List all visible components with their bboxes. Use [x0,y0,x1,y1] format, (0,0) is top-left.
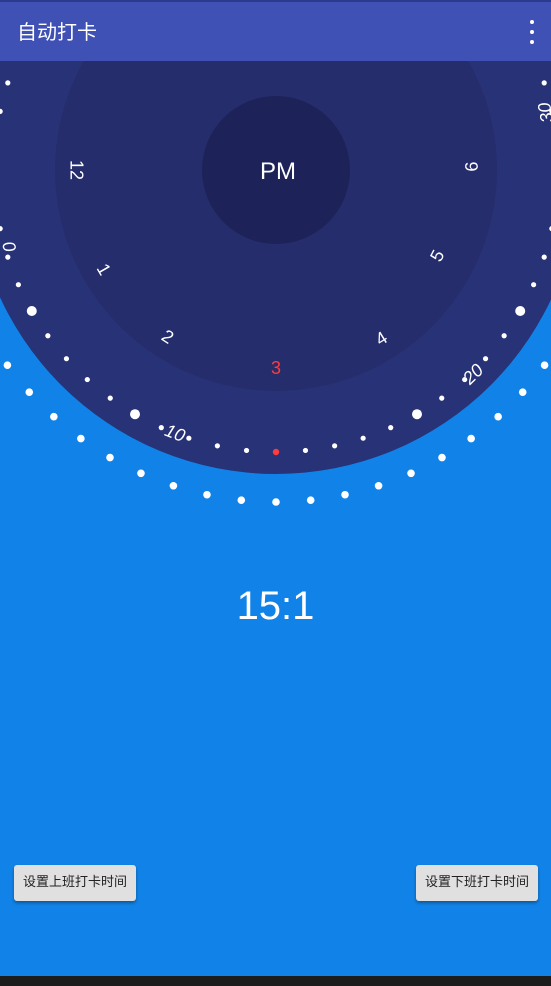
minute-dot [45,333,51,339]
minute-dot [388,425,394,431]
minute-dot [515,306,526,316]
second-dot [494,412,502,421]
hour-label-selected[interactable]: 3 [271,358,281,378]
overflow-menu-icon[interactable] [527,20,537,44]
second-dot [3,361,12,369]
minute-dot [158,425,164,431]
second-dot [25,388,34,396]
second-dot [77,434,85,443]
app-bar: 自动打卡 [0,0,551,61]
minute-dot [5,80,11,86]
minute-dot [541,80,547,86]
minute-dot [332,443,338,449]
second-dot [467,434,475,443]
clock-dial[interactable]: PM 23456711121 1020300 [0,0,551,986]
minute-dot [15,282,21,288]
minute-dot [302,447,309,454]
second-dot [272,498,280,506]
minute-dot [26,306,37,316]
minute-dot [107,395,113,401]
second-dot [438,453,446,462]
second-dot [106,453,114,462]
minute-dot [462,376,468,383]
second-dot [540,361,549,369]
minute-dot [541,254,547,260]
minute-dot [130,409,140,420]
second-dot [374,481,383,490]
second-dot [341,490,349,499]
app-title: 自动打卡 [17,20,97,44]
minute-dot [482,356,489,362]
minute-dot [84,376,90,383]
minute-dot [439,395,445,401]
second-dot [407,469,415,478]
minute-dot [63,356,70,362]
hour-label[interactable]: 6 [462,161,482,171]
am-pm-label[interactable]: PM [260,158,296,185]
minute-dot-selected [272,448,280,456]
second-dot [306,496,315,504]
minute-dot [360,435,366,441]
hour-label[interactable]: 12 [66,160,86,180]
minute-dot [5,254,11,260]
minute-dot [531,282,537,288]
second-dot [518,388,527,396]
minute-dot [243,447,250,454]
minute-dot [501,333,507,339]
second-dot [203,490,211,499]
minute-dot [186,435,192,441]
second-dot [169,481,178,490]
second-dot [237,496,246,504]
minute-dot [214,443,220,449]
second-dot [50,412,58,421]
minute-dot [412,409,422,420]
second-dot [137,469,145,478]
